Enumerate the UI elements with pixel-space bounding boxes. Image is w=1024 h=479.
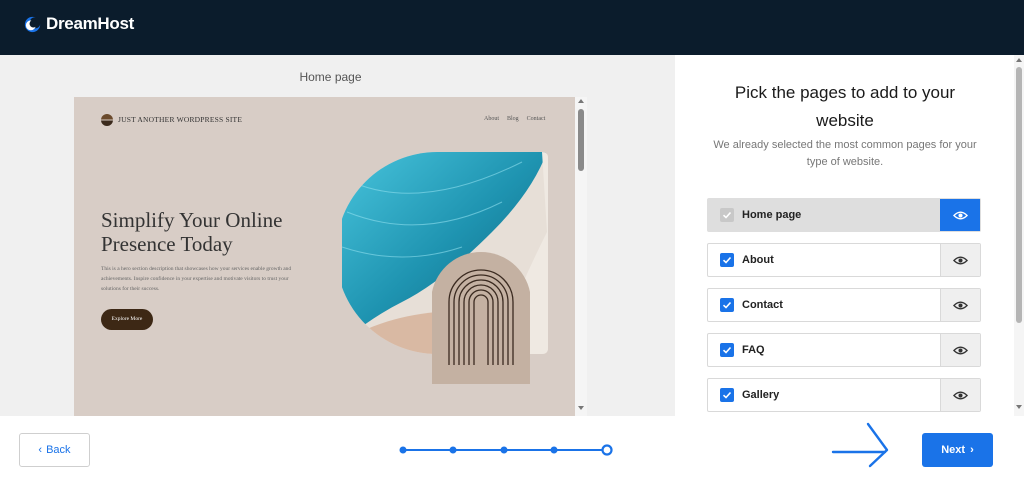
hero-image: [342, 152, 548, 384]
scroll-down-arrow-icon[interactable]: [578, 406, 584, 410]
site-logo-icon: [101, 114, 113, 126]
page-picker-panel: Pick the pages to add to your website We…: [675, 55, 1024, 416]
preview-about-button[interactable]: [940, 244, 980, 276]
page-label: About: [742, 254, 774, 266]
step-dot: [500, 446, 508, 454]
next-label: Next: [941, 444, 966, 456]
preview-title: Home page: [299, 70, 362, 84]
eye-icon: [953, 256, 968, 264]
eye-icon: [953, 211, 968, 219]
site-name: JUST ANOTHER WORDPRESS SITE: [118, 115, 243, 124]
faq-checkbox[interactable]: [720, 343, 734, 357]
checkmark-icon: [722, 211, 732, 219]
gallery-checkbox[interactable]: [720, 388, 734, 402]
footer-bar: ‹ Back Next ›: [0, 416, 1024, 479]
site-nav-blog[interactable]: Blog: [507, 116, 519, 122]
panel-title: Pick the pages to add to your website: [734, 83, 956, 130]
hero-description: This is a hero section description that …: [101, 266, 292, 292]
scroll-down-arrow-icon[interactable]: [1016, 405, 1022, 409]
step-dot-current: [601, 444, 613, 456]
page-label: FAQ: [742, 344, 765, 356]
eye-icon: [953, 346, 968, 354]
site-nav-contact[interactable]: Contact: [527, 116, 546, 122]
pointing-arrow-icon: [831, 422, 889, 468]
home-page-checkbox: [720, 208, 734, 222]
page-row-contact[interactable]: Contact: [707, 288, 981, 322]
preview-scroll-thumb[interactable]: [578, 109, 584, 171]
page-row-home[interactable]: Home page: [707, 198, 981, 232]
hero-title: Simplify Your Online Presence Today: [101, 208, 283, 256]
checkmark-icon: [722, 391, 732, 399]
step-dot: [550, 446, 558, 454]
page-row-gallery[interactable]: Gallery: [707, 378, 981, 412]
eye-icon: [953, 391, 968, 399]
preview-home-button[interactable]: [940, 199, 980, 231]
preview-scrollbar[interactable]: [575, 97, 587, 416]
dreamhost-logo[interactable]: DreamHost: [24, 14, 134, 34]
page-row-about[interactable]: About: [707, 243, 981, 277]
preview-frame[interactable]: JUST ANOTHER WORDPRESS SITE About Blog C…: [74, 97, 587, 416]
page-list: Home page About Contact FAQ Gallery: [707, 198, 981, 423]
site-nav: About Blog Contact: [484, 116, 545, 122]
preview-gallery-button[interactable]: [940, 379, 980, 411]
eye-icon: [953, 301, 968, 309]
contact-checkbox[interactable]: [720, 298, 734, 312]
back-button[interactable]: ‹ Back: [19, 433, 90, 467]
chevron-left-icon: ‹: [38, 444, 43, 456]
panel-scroll-thumb[interactable]: [1016, 67, 1022, 323]
scroll-up-arrow-icon[interactable]: [1016, 58, 1022, 62]
page-label: Home page: [742, 209, 802, 221]
step-progress: [399, 444, 613, 456]
page-label: Contact: [742, 299, 783, 311]
step-dot: [399, 446, 407, 454]
about-checkbox[interactable]: [720, 253, 734, 267]
brand-name: DreamHost: [46, 14, 134, 33]
next-button[interactable]: Next ›: [922, 433, 993, 467]
page-row-faq[interactable]: FAQ: [707, 333, 981, 367]
step-dot: [449, 446, 457, 454]
chevron-right-icon: ›: [970, 444, 974, 456]
checkmark-icon: [722, 301, 732, 309]
scroll-up-arrow-icon[interactable]: [578, 99, 584, 103]
dreamhost-moon-icon: [24, 16, 41, 32]
top-bar: DreamHost: [0, 0, 1024, 55]
back-label: Back: [46, 444, 71, 456]
page-preview-area: Home page JUST ANOTHER WORDPRESS SITE Ab…: [0, 55, 675, 416]
preview-faq-button[interactable]: [940, 334, 980, 366]
panel-subtitle: We already selected the most common page…: [713, 139, 977, 168]
checkmark-icon: [722, 256, 732, 264]
page-label: Gallery: [742, 389, 780, 401]
checkmark-icon: [722, 346, 732, 354]
preview-contact-button[interactable]: [940, 289, 980, 321]
site-nav-about[interactable]: About: [484, 116, 499, 122]
hero-explore-button[interactable]: Explore More: [101, 309, 153, 330]
panel-scrollbar[interactable]: [1014, 55, 1024, 416]
